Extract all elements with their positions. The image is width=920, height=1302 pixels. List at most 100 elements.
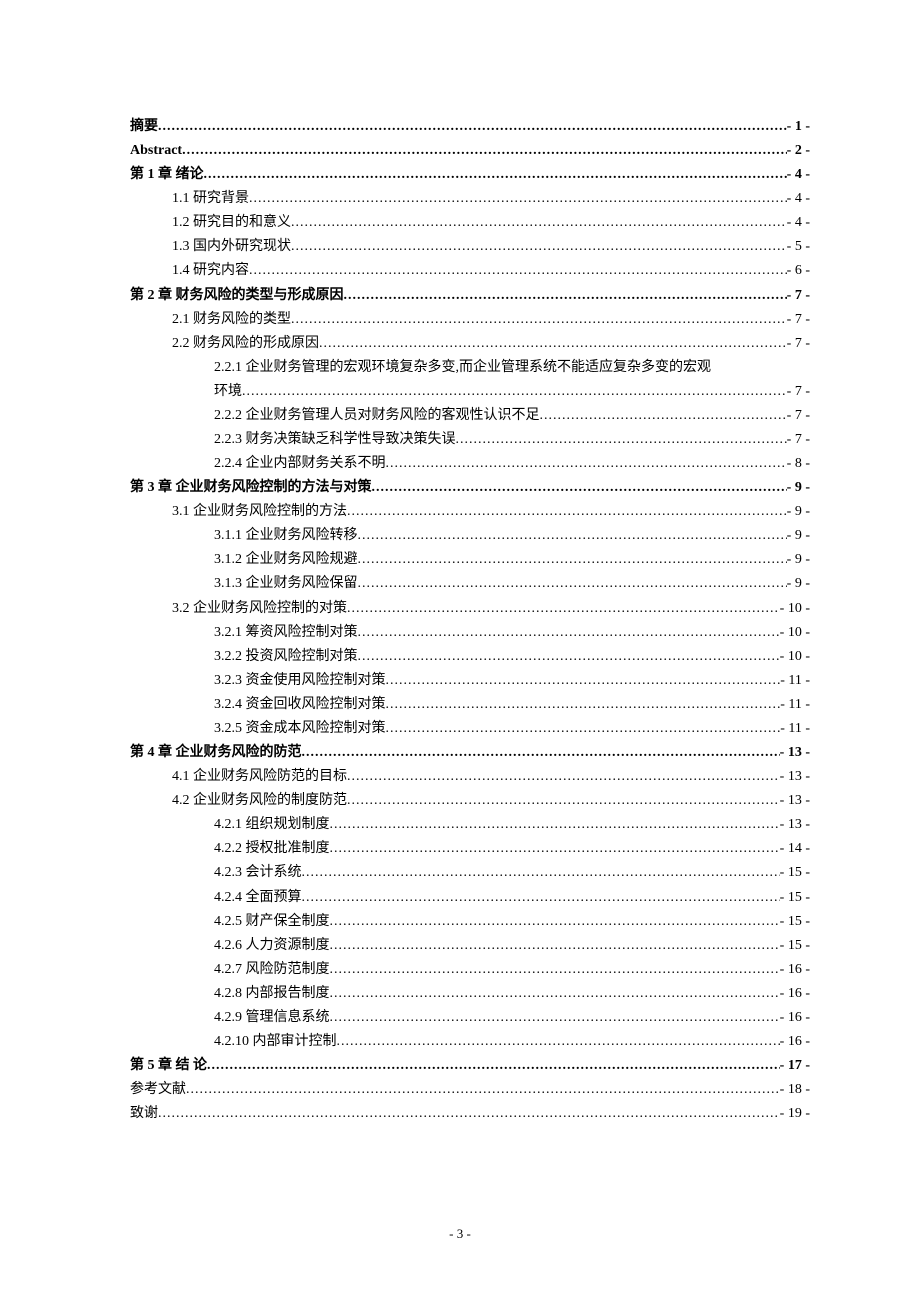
toc-entry-label: 致谢 [130, 1102, 158, 1126]
toc-dots [358, 621, 780, 645]
toc-entry-page: - 13 - [780, 813, 810, 837]
toc-dots [249, 187, 787, 211]
toc-entry-label: 1.1 研究背景 [172, 187, 249, 211]
toc-entry-page: - 16 - [780, 958, 810, 982]
toc-entry-page: - 7 - [787, 380, 810, 404]
toc-dots [358, 645, 780, 669]
toc-dots [358, 548, 787, 572]
toc-entry: 4.2 企业财务风险的制度防范- 13 - [172, 789, 810, 813]
toc-entry-label: 4.2.10 内部审计控制 [214, 1030, 337, 1054]
toc-entry: 第 3 章 企业财务风险控制的方法与对策- 9 - [130, 476, 810, 500]
toc-entry-page: - 7 - [787, 308, 810, 332]
toc-entry: 3.2.5 资金成本风险控制对策 - 11 - [214, 717, 810, 741]
toc-entry-page: - 4 - [787, 187, 810, 211]
toc-entry: 4.2.9 管理信息系统- 16 - [214, 1006, 810, 1030]
page-number: - 3 - [0, 1226, 920, 1242]
toc-dots [386, 452, 787, 476]
toc-entry-label: 4.2.3 会计系统 [214, 861, 302, 885]
toc-entry-page: - 17 - [780, 1054, 810, 1078]
toc-entry-page: - 4 - [787, 211, 810, 235]
toc-dots [242, 380, 787, 404]
toc-entry: 1.2 研究目的和意义 - 4 - [172, 211, 810, 235]
toc-entry-page: - 1 - [787, 115, 810, 139]
toc-entry-page: - 8 - [787, 452, 810, 476]
toc-entry-page: - 13 - [780, 741, 810, 765]
toc-entry-page: - 11 - [780, 717, 810, 741]
toc-container: 摘要- 1 -Abstract- 2 -第 1 章 绪论- 4 -1.1 研究背… [0, 0, 920, 1126]
toc-entry-label: 3.1.2 企业财务风险规避 [214, 548, 358, 572]
toc-entry: 4.2.10 内部审计控制- 16 - [214, 1030, 810, 1054]
toc-entry-label: 第 3 章 企业财务风险控制的方法与对策 [130, 476, 372, 500]
toc-entry-page: - 9 - [787, 524, 810, 548]
toc-entry-label: 第 2 章 财务风险的类型与形成原因 [130, 284, 344, 308]
toc-entry-page: - 4 - [787, 163, 810, 187]
toc-entry-label: 3.1.1 企业财务风险转移 [214, 524, 358, 548]
toc-dots [330, 813, 780, 837]
toc-entry-page: - 9 - [787, 548, 810, 572]
toc-dots [330, 837, 780, 861]
toc-entry-label: 3.1 企业财务风险控制的方法 [172, 500, 347, 524]
toc-entry: 1.3 国内外研究现状 - 5 - [172, 235, 810, 259]
toc-dots [207, 1054, 780, 1078]
toc-dots [386, 669, 781, 693]
toc-entry: 4.2.4 全面预算- 15 - [214, 886, 810, 910]
toc-entry-page: - 10 - [780, 621, 810, 645]
toc-entry-wrap-line2: 环境 - 7 - [214, 380, 810, 404]
toc-entry-label: 2.2.1 企业财务管理的宏观环境复杂多变,而企业管理系统不能适应复杂多变的宏观 [214, 360, 711, 375]
toc-dots [182, 139, 787, 163]
toc-entry-page: - 2 - [787, 139, 810, 163]
toc-entry: 3.2.1 筹资风险控制对策- 10 - [214, 621, 810, 645]
toc-entry: 参考文献- 18 - [130, 1078, 810, 1102]
toc-dots [302, 861, 780, 885]
toc-dots [386, 693, 781, 717]
toc-entry: 2.2.4 企业内部财务关系不明- 8 - [214, 452, 810, 476]
toc-entry-page: - 10 - [780, 645, 810, 669]
toc-entry: 第 4 章 企业财务风险的防范 - 13 - [130, 741, 810, 765]
toc-dots [540, 404, 787, 428]
toc-entry: 第 2 章 财务风险的类型与形成原因 - 7 - [130, 284, 810, 308]
toc-entry-label: 第 5 章 结 论 [130, 1054, 207, 1078]
toc-entry-label: 第 4 章 企业财务风险的防范 [130, 741, 302, 765]
toc-dots [302, 886, 780, 910]
toc-entry-page: - 11 - [780, 669, 810, 693]
toc-entry-page: - 5 - [787, 235, 810, 259]
toc-entry: 3.2.2 投资风险控制对策- 10 - [214, 645, 810, 669]
toc-dots [302, 741, 780, 765]
toc-entry: 4.2.6 人力资源制度- 15 - [214, 934, 810, 958]
toc-dots [158, 1102, 780, 1126]
toc-entry-label: 参考文献 [130, 1078, 186, 1102]
toc-entry-label: 1.2 研究目的和意义 [172, 211, 291, 235]
toc-entry-label: 环境 [214, 380, 242, 404]
toc-entry-label: 2.2.3 财务决策缺乏科学性导致决策失误 [214, 428, 456, 452]
toc-entry-page: - 10 - [780, 597, 810, 621]
toc-entry: 3.2 企业财务风险控制的对策 - 10 - [172, 597, 810, 621]
toc-entry-label: 4.1 企业财务风险防范的目标 [172, 765, 347, 789]
toc-entry-page: - 14 - [780, 837, 810, 861]
toc-entry-label: 4.2 企业财务风险的制度防范 [172, 789, 347, 813]
toc-entry-page: - 9 - [787, 572, 810, 596]
toc-dots [386, 717, 781, 741]
toc-entry: 第 5 章 结 论 - 17 - [130, 1054, 810, 1078]
toc-dots [330, 958, 780, 982]
toc-entry-label: 4.2.5 财产保全制度 [214, 910, 330, 934]
toc-entry-page: - 16 - [780, 1006, 810, 1030]
toc-dots [291, 211, 787, 235]
toc-dots [330, 934, 780, 958]
toc-entry-label: 3.2 企业财务风险控制的对策 [172, 597, 347, 621]
toc-entry-label: 1.3 国内外研究现状 [172, 235, 291, 259]
toc-entry: 4.2.2 授权批准制度- 14 - [214, 837, 810, 861]
toc-entry-label: 2.2 财务风险的形成原因 [172, 332, 319, 356]
toc-dots [347, 765, 780, 789]
toc-entry: 4.1 企业财务风险防范的目标- 13 - [172, 765, 810, 789]
toc-entry-label: 1.4 研究内容 [172, 259, 249, 283]
toc-entry-label: 3.2.5 资金成本风险控制对策 [214, 717, 386, 741]
toc-entry: 致谢- 19 - [130, 1102, 810, 1126]
toc-entry: 4.2.8 内部报告制度- 16 - [214, 982, 810, 1006]
toc-dots [337, 1030, 780, 1054]
toc-entry-page: - 15 - [780, 886, 810, 910]
toc-entry-page: - 7 - [787, 284, 810, 308]
toc-dots [249, 259, 787, 283]
toc-entry-page: - 7 - [787, 404, 810, 428]
toc-entry-label: 3.1.3 企业财务风险保留 [214, 572, 358, 596]
toc-entry: 1.4 研究内容- 6 - [172, 259, 810, 283]
